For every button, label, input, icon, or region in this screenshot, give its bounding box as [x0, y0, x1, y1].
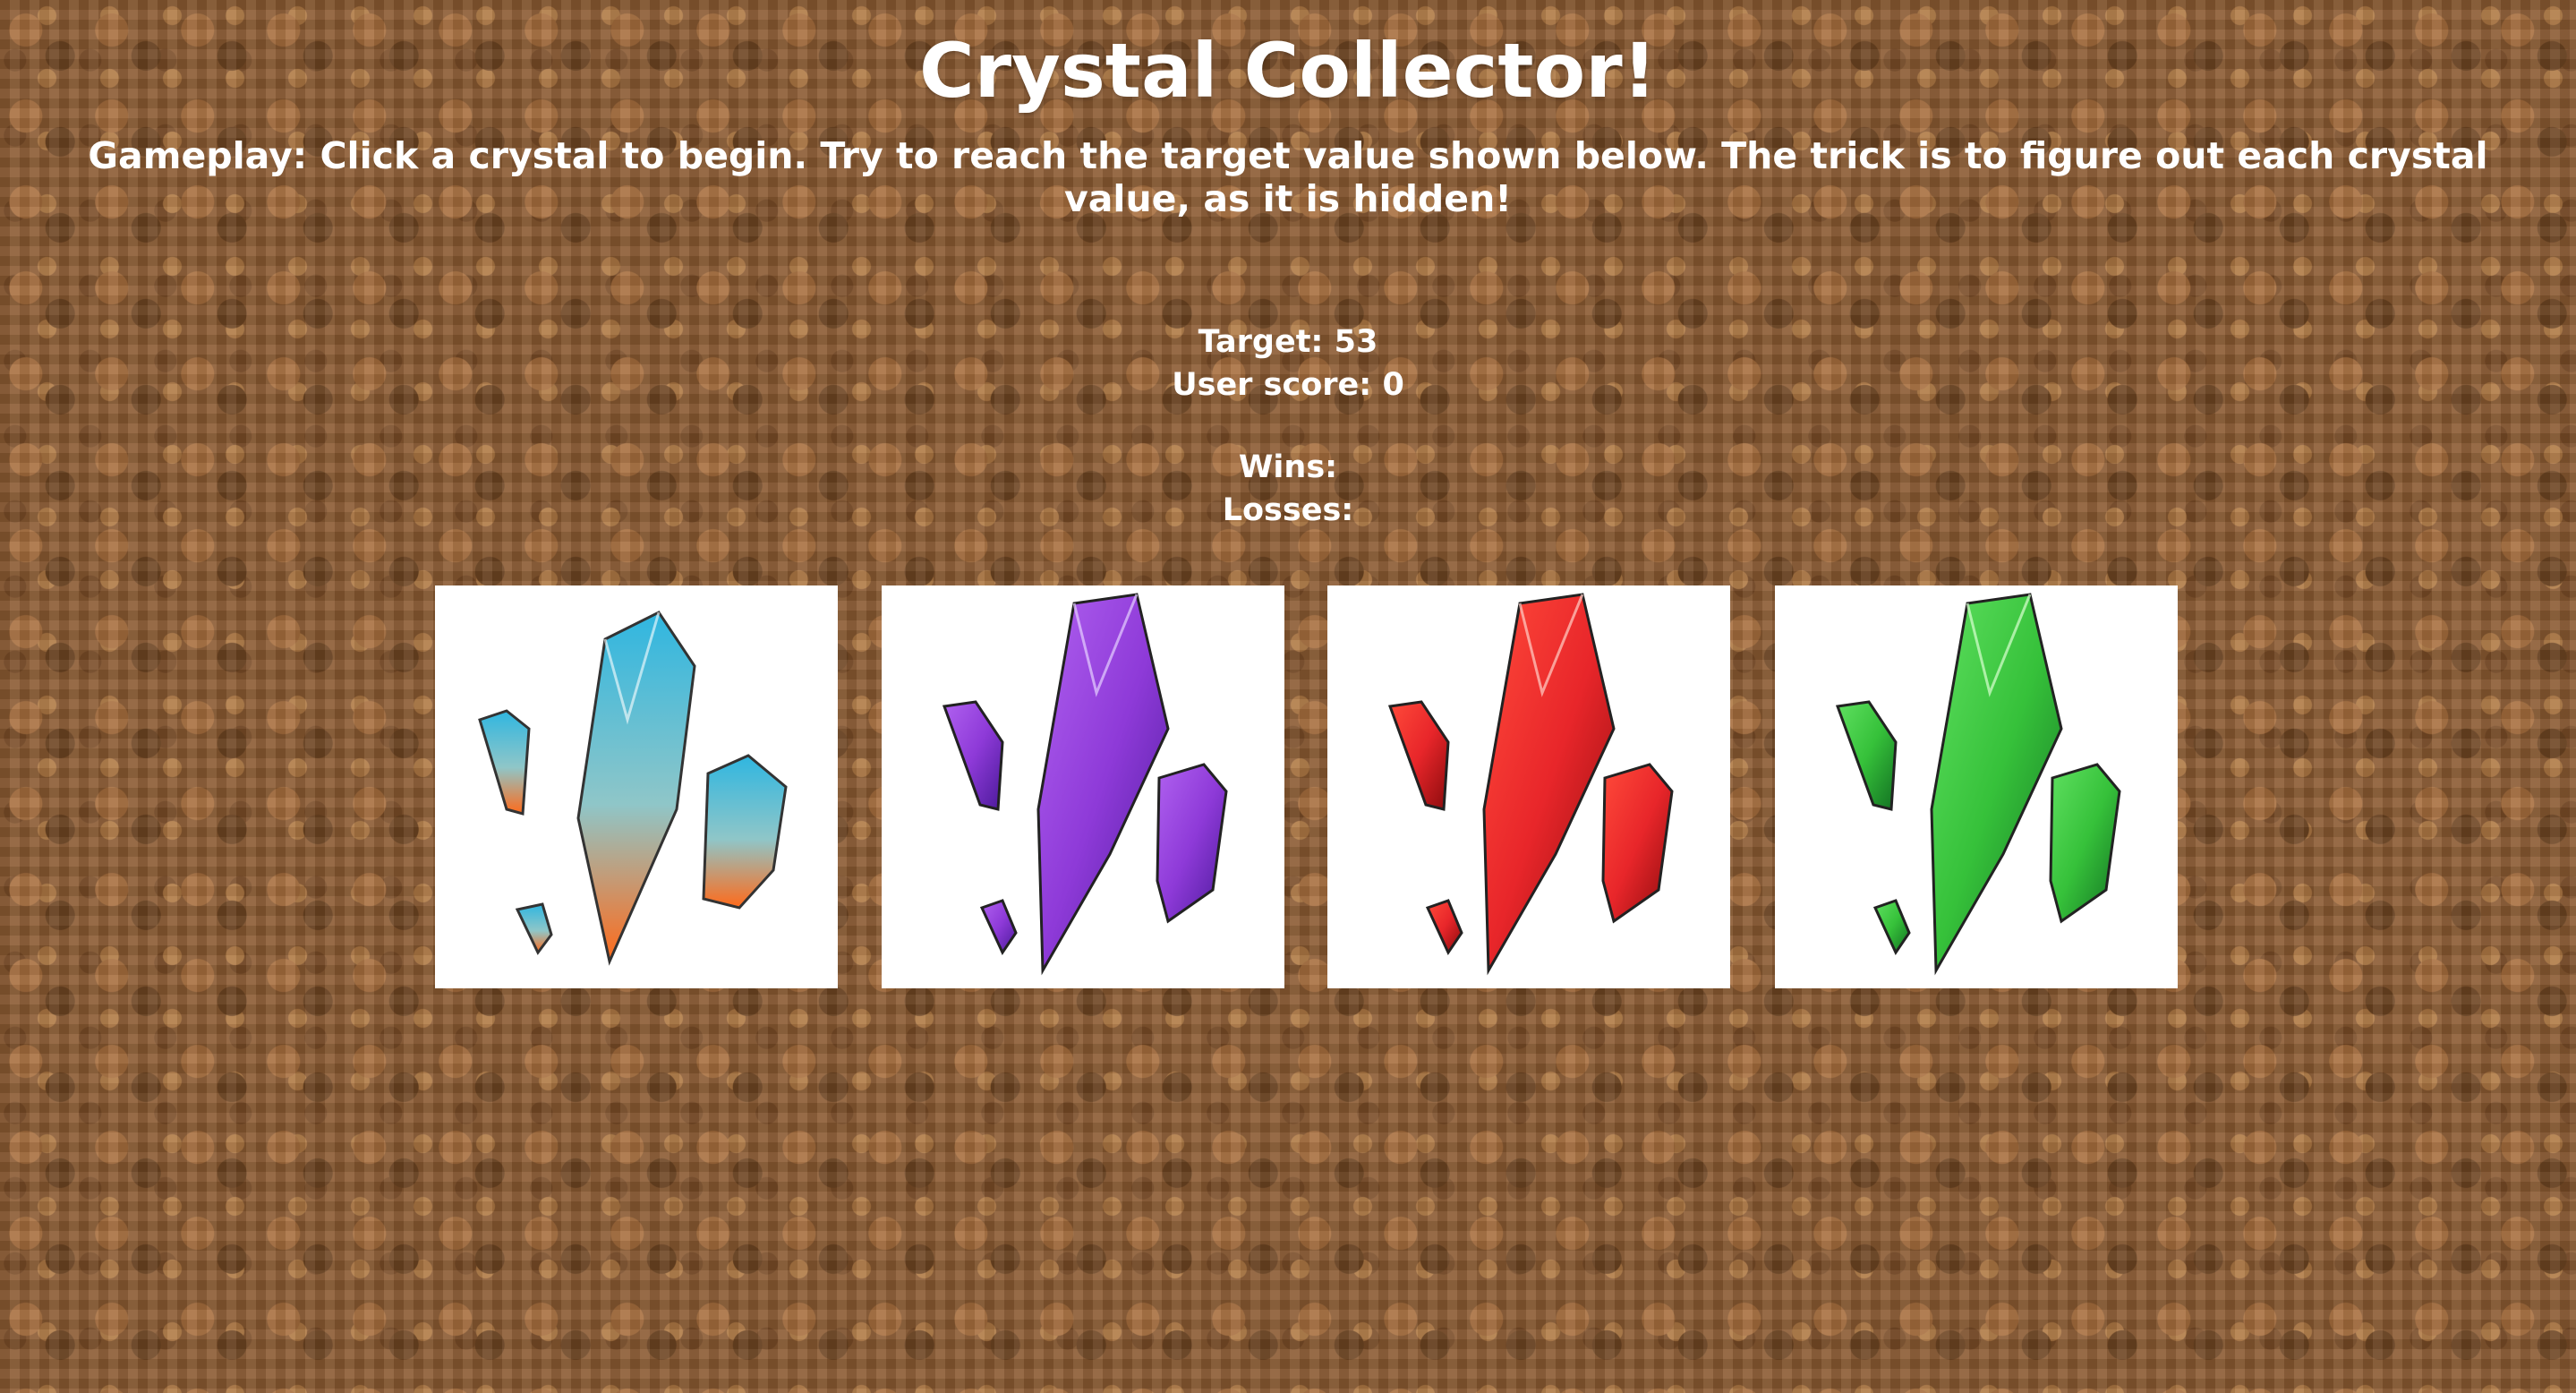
crystal-button-green[interactable]: [1775, 585, 2178, 988]
user-score-value: 0: [1382, 367, 1404, 403]
target-row: Target: 53: [0, 320, 2576, 363]
losses-row: Losses:: [0, 489, 2576, 532]
gameplay-instructions: Gameplay: Click a crystal to begin. Try …: [88, 134, 2488, 220]
crystal-button-red[interactable]: [1327, 585, 1730, 988]
crystal-button-blue[interactable]: [435, 585, 838, 988]
losses-label: Losses:: [1222, 492, 1354, 528]
page-title: Crystal Collector!: [918, 27, 1657, 115]
user-score-label: User score:: [1172, 367, 1372, 403]
green-crystal-icon: [1835, 593, 2121, 976]
blue-orange-crystal-icon: [478, 611, 788, 966]
wins-label: Wins:: [1238, 449, 1338, 485]
purple-crystal-icon: [942, 593, 1228, 976]
crystal-button-purple[interactable]: [882, 585, 1284, 988]
target-label: Target:: [1198, 324, 1324, 360]
user-score-row: User score: 0: [0, 363, 2576, 406]
score-panel: Target: 53 User score: 0 Wins: Losses:: [0, 320, 2576, 532]
target-value: 53: [1334, 324, 1378, 360]
red-crystal-icon: [1387, 593, 1674, 976]
wins-row: Wins:: [0, 446, 2576, 489]
